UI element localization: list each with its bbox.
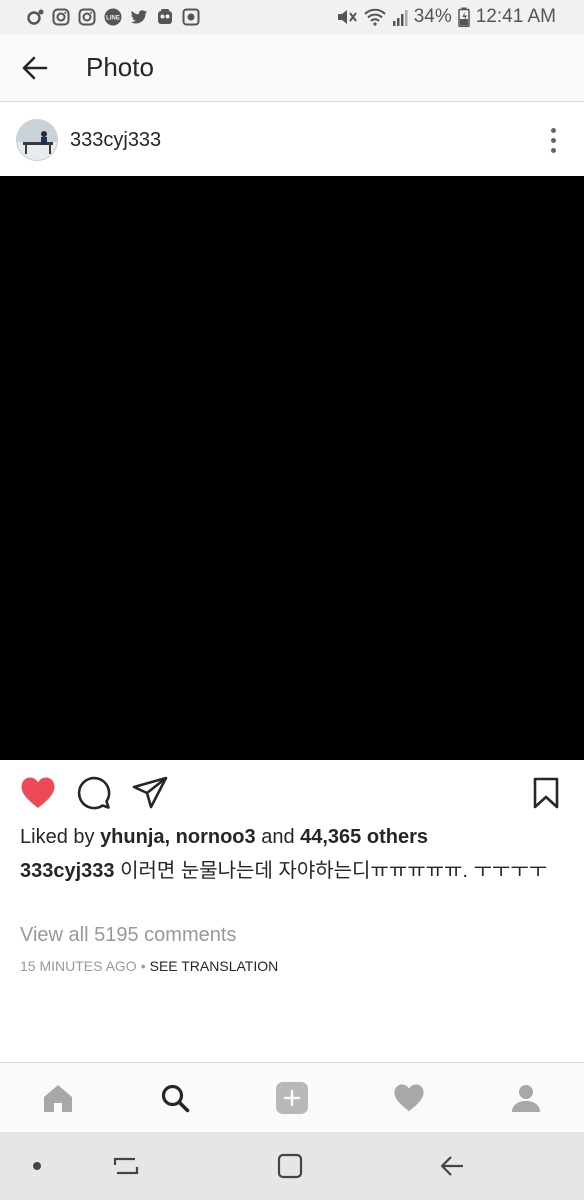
app-bar: Photo [0, 34, 584, 102]
battery-percent: 34% [413, 6, 452, 27]
line-icon: LINE [104, 8, 122, 26]
caption: 333cyj333 이러면 눈물나는데 자야하는디ㅠㅠㅠㅠㅠ. ㅜㅜㅜㅜ [20, 857, 568, 885]
more-dot [550, 147, 556, 153]
nav-dot-button[interactable] [17, 1146, 57, 1186]
post-meta: 15 MINUTES AGO • SEE TRANSLATION [20, 958, 278, 974]
likes-and: and [255, 826, 301, 848]
home-button[interactable] [270, 1146, 310, 1186]
more-dot [550, 137, 556, 143]
nav-new-post[interactable] [262, 1068, 322, 1128]
battery-icon [457, 7, 470, 27]
heart-icon [394, 1083, 424, 1111]
liker-link[interactable]: nornoo3 [176, 826, 256, 848]
screen: LINE 34% 12:41 AM Photo 333cyj333 Liked … [0, 0, 584, 1200]
more-dot [550, 127, 556, 133]
mute-icon [336, 7, 358, 27]
camera-icon [182, 8, 200, 26]
status-bar: LINE 34% 12:41 AM [0, 0, 584, 34]
app-icon [156, 8, 174, 26]
status-icons: LINE [26, 8, 200, 26]
home-icon [44, 1084, 73, 1112]
system-back-icon [440, 1156, 463, 1176]
share-button[interactable] [130, 773, 170, 813]
add-post-icon [275, 1081, 308, 1114]
caption-text: 이러면 눈물나는데 자야하는디ㅠㅠㅠㅠㅠ. ㅜㅜㅜㅜ [114, 860, 548, 882]
nav-profile[interactable] [496, 1068, 556, 1128]
meta-separator: • [140, 958, 146, 974]
likes-prefix: Liked by [20, 826, 101, 848]
comment-button[interactable] [74, 773, 114, 813]
twitter-icon [130, 8, 148, 26]
avatar-image [17, 120, 57, 160]
system-nav-bar [0, 1132, 584, 1200]
instagram-icon [78, 8, 96, 26]
post-header: 333cyj333 [0, 104, 584, 176]
likes-separator: , [164, 826, 176, 848]
recent-apps-button[interactable] [106, 1146, 146, 1186]
nav-activity[interactable] [379, 1068, 439, 1128]
post-actions [0, 764, 584, 822]
bookmark-icon [533, 777, 559, 809]
nav-home[interactable] [28, 1068, 88, 1128]
bottom-nav [0, 1062, 584, 1132]
search-icon [162, 1084, 190, 1112]
system-back-button[interactable] [432, 1146, 472, 1186]
send-icon [132, 776, 168, 809]
instagram-icon [52, 8, 70, 26]
notification-dot-icon [26, 8, 44, 26]
save-button[interactable] [526, 773, 566, 813]
profile-icon [511, 1084, 540, 1112]
dot-icon [33, 1162, 41, 1170]
wifi-icon [363, 7, 386, 27]
post-username[interactable]: 333cyj333 [70, 129, 538, 152]
more-options-button[interactable] [538, 120, 568, 160]
view-comments-link[interactable]: View all 5195 comments [20, 924, 236, 947]
svg-text:LINE: LINE [106, 16, 120, 22]
back-arrow-icon [22, 56, 48, 79]
signal-icon [392, 7, 408, 27]
see-translation-link[interactable]: SEE TRANSLATION [150, 958, 279, 974]
nav-search[interactable] [145, 1068, 205, 1128]
heart-filled-icon [21, 777, 55, 808]
like-button[interactable] [18, 773, 58, 813]
post-photo[interactable] [0, 176, 584, 760]
post-time: 15 MINUTES AGO [20, 958, 137, 974]
recent-apps-icon [113, 1157, 139, 1175]
likes-others-link[interactable]: 44,365 others [300, 826, 428, 848]
comment-icon [77, 776, 111, 810]
back-button[interactable] [14, 48, 54, 88]
status-right: 34% 12:41 AM [336, 6, 556, 28]
page-title: Photo [86, 52, 154, 82]
caption-username[interactable]: 333cyj333 [20, 860, 115, 882]
liker-link[interactable]: yhunja [100, 826, 164, 848]
clock: 12:41 AM [475, 6, 556, 27]
avatar[interactable] [16, 119, 58, 161]
likes-line: Liked by yhunja, nornoo3 and 44,365 othe… [20, 826, 428, 849]
home-square-icon [277, 1153, 303, 1179]
